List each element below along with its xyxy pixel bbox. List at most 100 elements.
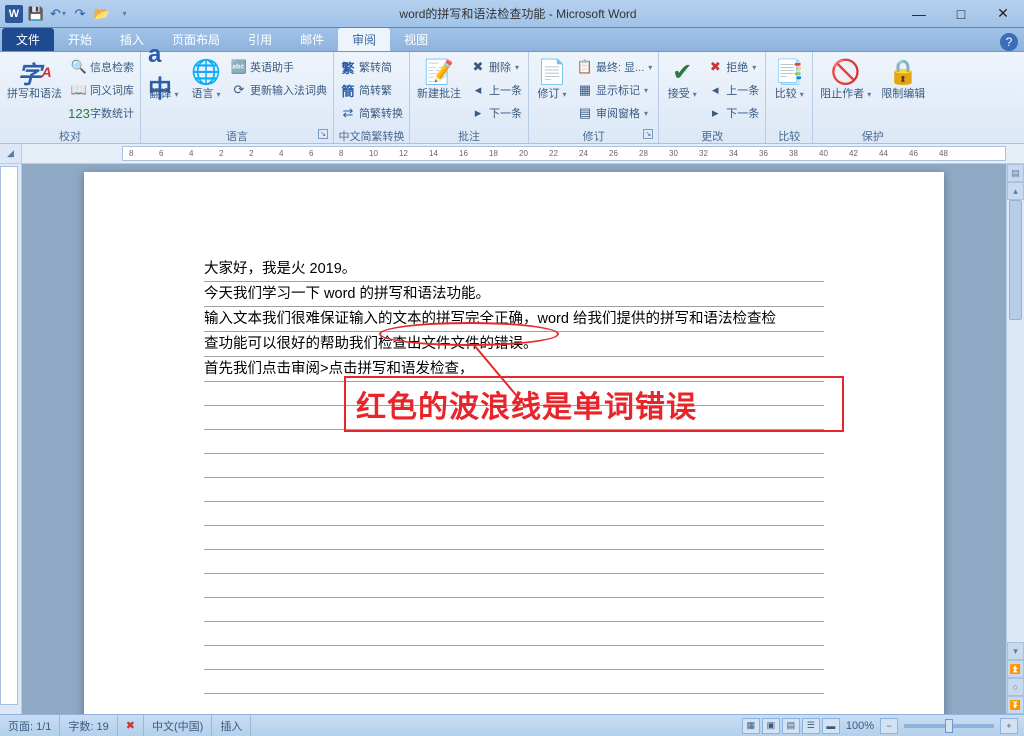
prev-change-button[interactable]: ◂上一条 xyxy=(704,79,762,101)
blank-line[interactable] xyxy=(204,622,824,646)
reviewing-pane-button[interactable]: ▤审阅窗格▾ xyxy=(574,102,655,124)
blank-line[interactable] xyxy=(204,526,824,550)
update-ime-button[interactable]: ⟳更新输入法词典 xyxy=(228,79,330,101)
zoom-out-button[interactable]: − xyxy=(880,718,898,734)
blank-line[interactable] xyxy=(204,646,824,670)
ruler-toggle[interactable]: ▤ xyxy=(1007,164,1024,182)
qat-customize-icon[interactable]: ▾ xyxy=(114,4,134,24)
tab-home[interactable]: 开始 xyxy=(54,28,106,51)
prev-change-icon: ◂ xyxy=(707,82,723,98)
scroll-track[interactable] xyxy=(1007,200,1024,642)
view-web[interactable]: ▤ xyxy=(782,718,800,734)
block-authors-button[interactable]: 🚫 阻止作者▾ xyxy=(816,54,875,103)
new-comment-button[interactable]: 📝 新建批注 xyxy=(413,54,465,103)
accept-icon: ✔ xyxy=(666,56,698,88)
restrict-editing-button[interactable]: 🔒 限制编辑 xyxy=(877,54,929,103)
t2s-icon: 簡 xyxy=(340,82,356,98)
zoom-level[interactable]: 100% xyxy=(846,720,874,732)
document-text[interactable]: 大家好，我是火 2019。 今天我们学习一下 word 的拼写和语法功能。 输入… xyxy=(204,257,824,714)
prev-page-button[interactable]: ⏫ xyxy=(1007,660,1024,678)
tab-mailings[interactable]: 邮件 xyxy=(286,28,338,51)
trad-to-simp-button[interactable]: 繁繁转简 xyxy=(337,56,406,78)
research-button[interactable]: 🔍信息检索 xyxy=(68,56,137,78)
next-page-button[interactable]: ⏬ xyxy=(1007,696,1024,714)
zoom-in-button[interactable]: + xyxy=(1000,718,1018,734)
view-fullscreen[interactable]: ▣ xyxy=(762,718,780,734)
group-protect: 🚫 阻止作者▾ 🔒 限制编辑 保护 xyxy=(813,52,932,143)
blank-line[interactable] xyxy=(204,550,824,574)
convert-button[interactable]: ⇄简繁转换 xyxy=(337,102,406,124)
blank-line[interactable] xyxy=(204,454,824,478)
horizontal-ruler[interactable]: 8642246810121416182022242628303234363840… xyxy=(122,146,1006,161)
doc-line-3[interactable]: 输入文本我们很难保证输入的文本的拼写完全正确，word 给我们提供的拼写和语法检… xyxy=(204,307,824,332)
close-button[interactable]: ✕ xyxy=(982,0,1024,28)
undo-icon[interactable]: ↶▾ xyxy=(48,4,68,24)
reject-button[interactable]: ✖拒绝▾ xyxy=(704,56,762,78)
english-assistant-button[interactable]: 🔤英语助手 xyxy=(228,56,330,78)
blank-line[interactable] xyxy=(204,670,824,694)
blank-line[interactable] xyxy=(204,478,824,502)
blank-line[interactable] xyxy=(204,574,824,598)
tab-references[interactable]: 引用 xyxy=(234,28,286,51)
vertical-scrollbar[interactable]: ▤ ▴ ▾ ⏫ ○ ⏬ xyxy=(1006,164,1024,714)
prev-comment-button[interactable]: ◂上一条 xyxy=(467,79,525,101)
doc-line-1[interactable]: 大家好，我是火 2019。 xyxy=(204,257,824,282)
status-page[interactable]: 页面: 1/1 xyxy=(0,715,60,736)
tab-view[interactable]: 视图 xyxy=(390,28,442,51)
tab-file[interactable]: 文件 xyxy=(2,28,54,51)
spelling-grammar-button[interactable]: 字A 拼写和语法 xyxy=(3,54,66,103)
doc-line-4[interactable]: 查功能可以很好的帮助我们检查出文件文件的错误。 xyxy=(204,332,824,357)
scroll-up-button[interactable]: ▴ xyxy=(1007,182,1024,200)
accept-button[interactable]: ✔ 接受▾ xyxy=(662,54,702,103)
word-count-button[interactable]: 123字数统计 xyxy=(68,102,137,124)
doc-line-2[interactable]: 今天我们学习一下 word 的拼写和语法功能。 xyxy=(204,282,824,307)
thesaurus-button[interactable]: 📖同义词库 xyxy=(68,79,137,101)
open-icon[interactable]: 📂 xyxy=(92,4,112,24)
zoom-slider[interactable] xyxy=(904,724,994,728)
language-launcher[interactable]: ↘ xyxy=(318,129,328,139)
status-language[interactable]: 中文(中国) xyxy=(144,715,212,736)
status-proof[interactable]: ✖ xyxy=(118,715,144,736)
tab-review[interactable]: 审阅 xyxy=(338,28,390,51)
display-mode-button[interactable]: 📋最终: 显...▾ xyxy=(574,56,655,78)
simp-to-trad-button[interactable]: 簡简转繁 xyxy=(337,79,406,101)
zoom-thumb[interactable] xyxy=(945,719,953,733)
view-print-layout[interactable]: ▦ xyxy=(742,718,760,734)
next-comment-button[interactable]: ▸下一条 xyxy=(467,102,525,124)
translate-icon: a中 xyxy=(148,56,180,88)
compare-icon: 📑 xyxy=(773,56,805,88)
view-draft[interactable]: ▬ xyxy=(822,718,840,734)
blank-line[interactable] xyxy=(204,502,824,526)
status-wordcount[interactable]: 字数: 19 xyxy=(60,715,117,736)
tracking-launcher[interactable]: ↘ xyxy=(643,129,653,139)
wordcount-icon: 123 xyxy=(71,105,87,121)
comment-icon: 📝 xyxy=(423,56,455,88)
s2t-icon: 繁 xyxy=(340,59,356,75)
scroll-thumb[interactable] xyxy=(1009,200,1022,320)
scroll-down-button[interactable]: ▾ xyxy=(1007,642,1024,660)
status-insertmode[interactable]: 插入 xyxy=(212,715,251,736)
ruler-corner[interactable]: ◢ xyxy=(0,144,22,163)
ribbon: 字A 拼写和语法 🔍信息检索 📖同义词库 123字数统计 校对 a中 翻译▾ 🌐… xyxy=(0,52,1024,144)
translate-button[interactable]: a中 翻译▾ xyxy=(144,54,184,103)
blank-line[interactable] xyxy=(204,430,824,454)
compare-button[interactable]: 📑 比较▾ xyxy=(769,54,809,103)
track-changes-button[interactable]: 📄 修订▾ xyxy=(532,54,572,103)
show-markup-button[interactable]: ▦显示标记▾ xyxy=(574,79,655,101)
language-button[interactable]: 🌐 语言▾ xyxy=(186,54,226,103)
blank-line[interactable] xyxy=(204,694,824,714)
document-scroll[interactable]: 大家好，我是火 2019。 今天我们学习一下 word 的拼写和语法功能。 输入… xyxy=(22,164,1006,714)
redo-icon[interactable]: ↷ xyxy=(70,4,90,24)
browse-object-button[interactable]: ○ xyxy=(1007,678,1024,696)
minimize-button[interactable]: — xyxy=(898,0,940,28)
view-outline[interactable]: ☰ xyxy=(802,718,820,734)
next-change-button[interactable]: ▸下一条 xyxy=(704,102,762,124)
save-icon[interactable]: 💾 xyxy=(26,4,46,24)
maximize-button[interactable]: □ xyxy=(940,0,982,28)
help-button[interactable]: ? xyxy=(1000,33,1018,51)
page[interactable]: 大家好，我是火 2019。 今天我们学习一下 word 的拼写和语法功能。 输入… xyxy=(84,172,944,714)
delete-comment-button[interactable]: ✖删除▾ xyxy=(467,56,525,78)
word-logo[interactable]: W xyxy=(4,4,24,24)
blank-line[interactable] xyxy=(204,598,824,622)
vertical-ruler[interactable] xyxy=(0,166,18,705)
